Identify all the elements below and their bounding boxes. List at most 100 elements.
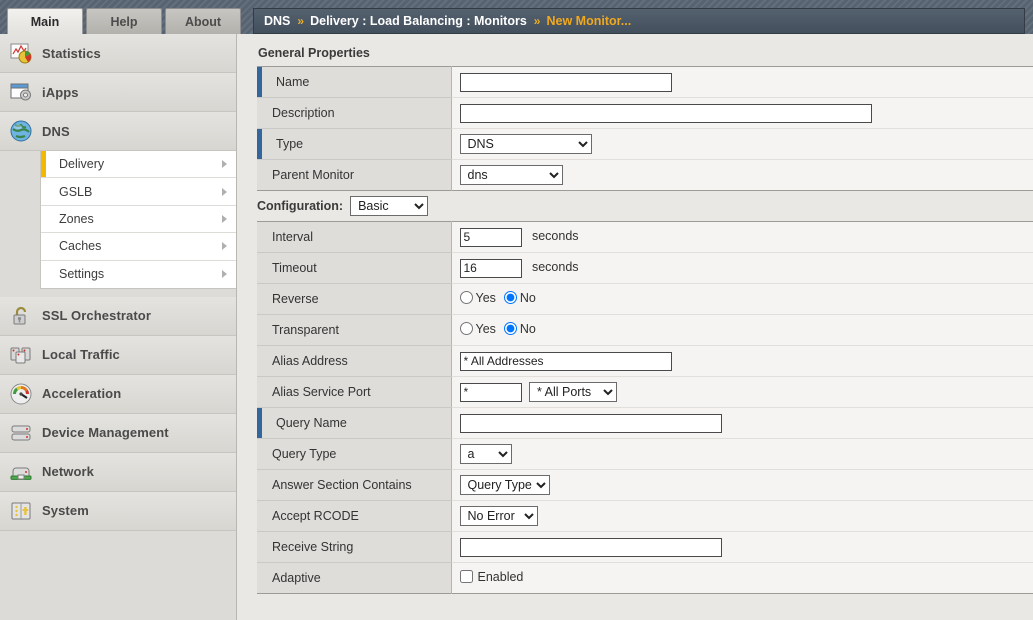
alias-service-port-select[interactable]: * All Ports [529,382,617,402]
label-text: Type [276,137,303,151]
submenu-item-delivery[interactable]: Delivery [41,151,236,178]
transparent-radio-yes-input[interactable] [460,322,473,335]
general-properties-title: General Properties [238,34,1033,66]
padlock-icon [9,304,33,328]
label-text: Alias Address [272,354,348,368]
type-select[interactable]: DNS [460,134,592,154]
sidebar-item-statistics[interactable]: Statistics [0,34,236,73]
accept-rcode-select[interactable]: No Error [460,506,538,526]
tab-main[interactable]: Main [7,8,83,34]
chevron-right-icon [222,242,227,250]
sidebar-item-acceleration[interactable]: Acceleration [0,375,236,414]
table-row-description: Description [257,98,1033,129]
sidebar: Statistics iApps [0,34,237,620]
table-row-receive-string: Receive String [257,532,1033,563]
row-label-name: Name [257,67,451,98]
transparent-radio-group: Yes No [460,322,542,336]
configuration-label: Configuration: [257,199,343,213]
label-text: Query Type [272,447,336,461]
submenu-item-gslb[interactable]: GSLB [41,178,236,205]
breadcrumb: DNS » Delivery : Load Balancing : Monito… [253,8,1025,34]
row-value-answer-section-contains: Query Type [451,470,1033,501]
sidebar-item-iapps[interactable]: iApps [0,73,236,112]
required-accent-bar [257,129,262,159]
sidebar-item-label: DNS [42,124,70,139]
interval-input[interactable] [460,228,522,247]
sidebar-item-label: Network [42,464,94,479]
stacked-servers-icon [9,421,33,445]
row-label-parent-monitor: Parent Monitor [257,160,451,191]
row-label-receive-string: Receive String [257,532,451,563]
sidebar-item-network[interactable]: Network [0,453,236,492]
sidebar-item-local-traffic[interactable]: Local Traffic [0,336,236,375]
description-input[interactable] [460,104,872,123]
alias-service-port-input[interactable] [460,383,522,402]
iapps-window-gear-icon [9,80,33,104]
query-type-select[interactable]: a [460,444,512,464]
transparent-radio-yes[interactable]: Yes [460,322,496,336]
adaptive-checkbox-wrap[interactable]: Enabled [460,570,524,584]
reverse-radio-yes[interactable]: Yes [460,291,496,305]
submenu-item-zones[interactable]: Zones [41,206,236,233]
sidebar-item-dns[interactable]: DNS [0,112,236,151]
required-accent-bar [257,67,262,97]
row-value-query-type: a [451,439,1033,470]
interval-unit-label: seconds [532,229,579,243]
submenu-item-label: GSLB [59,185,92,199]
sidebar-item-ssl-orchestrator[interactable]: SSL Orchestrator [0,297,236,336]
gauge-icon [9,382,33,406]
table-row-interval: Interval seconds [257,222,1033,253]
row-label-interval: Interval [257,222,451,253]
row-value-accept-rcode: No Error [451,501,1033,532]
parent-monitor-select[interactable]: dns [460,165,563,185]
row-label-query-name: Query Name [257,408,451,439]
submenu-item-caches[interactable]: Caches [41,233,236,260]
dns-globe-icon [9,119,33,143]
reverse-radio-yes-input[interactable] [460,291,473,304]
transparent-radio-no[interactable]: No [504,322,536,336]
configuration-mode-select[interactable]: Basic [350,196,428,216]
row-label-description: Description [257,98,451,129]
row-value-timeout: seconds [451,253,1033,284]
receive-string-input[interactable] [460,538,722,557]
table-row-type: Type DNS [257,129,1033,160]
query-name-input[interactable] [460,414,722,433]
bigip-config-utility: Main Help About DNS » Delivery : Load Ba… [0,0,1033,620]
breadcrumb-path[interactable]: Delivery : Load Balancing : Monitors [310,14,527,28]
table-row-parent-monitor: Parent Monitor dns [257,160,1033,191]
radio-label: Yes [476,291,496,305]
row-value-name [451,67,1033,98]
table-row-timeout: Timeout seconds [257,253,1033,284]
sidebar-item-device-management[interactable]: Device Management [0,414,236,453]
label-text: Transparent [272,323,339,337]
chevron-right-icon [222,215,227,223]
row-label-transparent: Transparent [257,315,451,346]
breadcrumb-root[interactable]: DNS [264,14,290,28]
label-text: Reverse [272,292,319,306]
row-value-parent-monitor: dns [451,160,1033,191]
table-row-query-name: Query Name [257,408,1033,439]
sidebar-item-label: Statistics [42,46,101,61]
submenu-item-label: Zones [59,212,94,226]
label-text: Name [276,75,309,89]
transparent-radio-no-input[interactable] [504,322,517,335]
reverse-radio-no-input[interactable] [504,291,517,304]
answer-section-contains-select[interactable]: Query Type [460,475,550,495]
general-properties-table: Name Description Type [257,66,1033,191]
reverse-radio-no[interactable]: No [504,291,536,305]
chevron-right-icon [222,160,227,168]
tab-about[interactable]: About [165,8,241,34]
tab-help[interactable]: Help [86,8,162,34]
row-label-timeout: Timeout [257,253,451,284]
sidebar-item-label: Device Management [42,425,169,440]
breadcrumb-separator-icon: » [297,14,303,28]
table-row-alias-address: Alias Address [257,346,1033,377]
timeout-input[interactable] [460,259,522,278]
row-label-accept-rcode: Accept RCODE [257,501,451,532]
alias-address-input[interactable] [460,352,672,371]
sidebar-item-system[interactable]: System [0,492,236,531]
submenu-item-settings[interactable]: Settings [41,261,236,288]
name-input[interactable] [460,73,672,92]
adaptive-checkbox[interactable] [460,570,473,583]
row-label-alias-address: Alias Address [257,346,451,377]
